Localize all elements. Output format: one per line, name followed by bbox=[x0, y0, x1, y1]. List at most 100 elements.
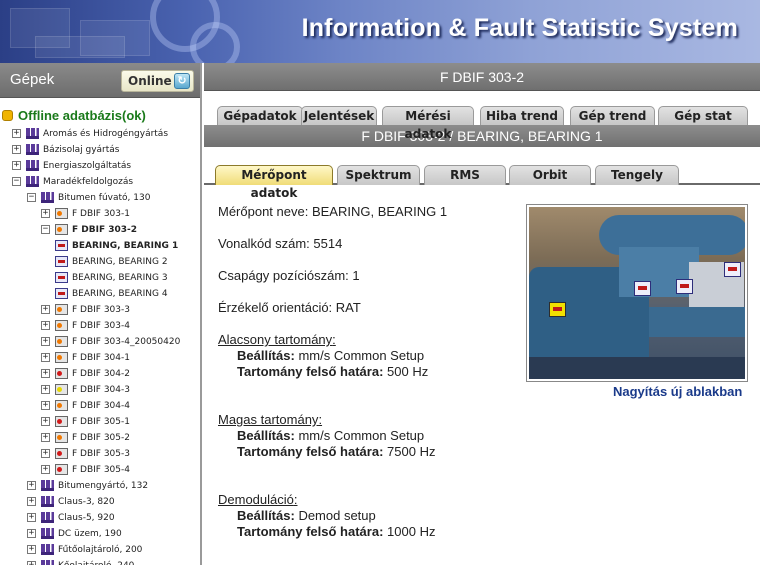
high-range-heading: Magas tartomány: bbox=[218, 412, 323, 427]
subtab-spektrum[interactable]: Spektrum bbox=[337, 165, 420, 185]
subtab-orbit[interactable]: Orbit bbox=[509, 165, 591, 185]
tree-item-label: F DBIF 304-3 bbox=[72, 385, 130, 395]
measurement-point-icon bbox=[55, 272, 68, 283]
subtab-tengely[interactable]: Tengely bbox=[595, 165, 679, 185]
expand-icon[interactable]: + bbox=[41, 321, 50, 330]
expand-icon[interactable]: + bbox=[27, 481, 36, 490]
tree-item[interactable]: + F DBIF 304-4 bbox=[0, 398, 200, 414]
collapse-icon[interactable]: − bbox=[27, 193, 36, 202]
tree-item[interactable]: + Fűtőolajtároló, 200 bbox=[0, 542, 200, 558]
measurement-point-marker-selected[interactable] bbox=[549, 302, 566, 317]
tree-item[interactable]: + F DBIF 305-2 bbox=[0, 430, 200, 446]
online-button[interactable]: Online ↻ bbox=[121, 70, 194, 92]
tree-item[interactable]: + Claus-5, 920 bbox=[0, 510, 200, 526]
refresh-icon: ↻ bbox=[174, 73, 190, 89]
expand-icon[interactable]: + bbox=[41, 465, 50, 474]
tree-item[interactable]: + Energiaszolgáltatás bbox=[0, 158, 200, 174]
tree-item[interactable]: + F DBIF 305-3 bbox=[0, 446, 200, 462]
measurement-point-title: F DBIF 303-2 / BEARING, BEARING 1 bbox=[204, 125, 760, 147]
bearing-position-value: 1 bbox=[352, 268, 360, 283]
tree-item[interactable]: + F DBIF 304-2 bbox=[0, 366, 200, 382]
expand-icon[interactable]: + bbox=[41, 353, 50, 362]
expand-icon[interactable]: + bbox=[41, 385, 50, 394]
tree-item[interactable]: + F DBIF 303-4 bbox=[0, 318, 200, 334]
tree-item-label: Bitumengyártó, 132 bbox=[58, 481, 149, 491]
subtab-rms[interactable]: RMS bbox=[424, 165, 506, 185]
tab-hiba-trend[interactable]: Hiba trend bbox=[480, 106, 564, 125]
machine-icon bbox=[55, 224, 68, 235]
tree-item[interactable]: + Bázisolaj gyártás bbox=[0, 142, 200, 158]
header-banner: Information & Fault Statistic System bbox=[0, 0, 760, 63]
tree-item[interactable]: + F DBIF 304-1 bbox=[0, 350, 200, 366]
tab-g-padatok[interactable]: Gépadatok bbox=[217, 106, 303, 125]
tree-item-label: BEARING, BEARING 2 bbox=[72, 257, 168, 267]
expand-icon[interactable]: + bbox=[41, 433, 50, 442]
expand-icon[interactable]: + bbox=[27, 529, 36, 538]
tree-item[interactable]: + Bitumengyártó, 132 bbox=[0, 478, 200, 494]
expand-icon[interactable]: + bbox=[41, 369, 50, 378]
factory-icon bbox=[26, 128, 39, 139]
tree-item[interactable]: BEARING, BEARING 4 bbox=[0, 286, 200, 302]
expand-icon[interactable]: + bbox=[27, 497, 36, 506]
tree-item[interactable]: + F DBIF 303-1 bbox=[0, 206, 200, 222]
collapse-icon[interactable]: − bbox=[41, 225, 50, 234]
expand-icon[interactable]: + bbox=[12, 129, 21, 138]
expand-icon[interactable]: + bbox=[12, 161, 21, 170]
factory-icon bbox=[26, 176, 39, 187]
database-icon bbox=[2, 110, 13, 121]
expand-icon[interactable]: + bbox=[27, 513, 36, 522]
factory-icon bbox=[26, 160, 39, 171]
machine-photo[interactable] bbox=[526, 204, 748, 382]
barcode-value: 5514 bbox=[313, 236, 343, 251]
expand-icon[interactable]: + bbox=[41, 401, 50, 410]
tree-item-label: Energiaszolgáltatás bbox=[43, 161, 132, 171]
tree-item[interactable]: + DC üzem, 190 bbox=[0, 526, 200, 542]
tree-item[interactable]: BEARING, BEARING 2 bbox=[0, 254, 200, 270]
tree-item[interactable]: − F DBIF 303-2 bbox=[0, 222, 200, 238]
tree-item[interactable]: − Bitumen fúvató, 130 bbox=[0, 190, 200, 206]
main-panel: F DBIF 303-2 Gépadatok Jelentések Mérési a… bbox=[204, 63, 760, 565]
sensor-orientation-value: RAT bbox=[335, 300, 361, 315]
expand-icon[interactable]: + bbox=[41, 209, 50, 218]
bearing-position-field: Csapágy pozíciószám: 1 bbox=[218, 268, 360, 283]
tree-item-label: F DBIF 305-3 bbox=[72, 449, 130, 459]
factory-icon bbox=[41, 560, 54, 565]
tree-item[interactable]: BEARING, BEARING 3 bbox=[0, 270, 200, 286]
tab-g-p-trend[interactable]: Gép trend bbox=[570, 106, 655, 125]
machine-icon bbox=[55, 400, 68, 411]
measurement-point-marker[interactable] bbox=[676, 279, 693, 294]
tab-g-p-stat[interactable]: Gép stat bbox=[658, 106, 748, 125]
tree-item[interactable]: + F DBIF 305-4 bbox=[0, 462, 200, 478]
demod-upper-limit: Tartomány felső határa: 1000 Hz bbox=[237, 524, 436, 539]
tree-item-label: F DBIF 303-4_20050420 bbox=[72, 337, 181, 347]
tree-item[interactable]: + F DBIF 303-3 bbox=[0, 302, 200, 318]
machine-icon bbox=[55, 432, 68, 443]
measurement-point-marker[interactable] bbox=[724, 262, 741, 277]
tab-m-r-si-adatok[interactable]: Mérési adatok bbox=[382, 106, 474, 141]
measurement-point-marker[interactable] bbox=[634, 281, 651, 296]
tab-jelent-sek[interactable]: Jelentések bbox=[301, 106, 377, 125]
tree-item[interactable]: + Claus-3, 820 bbox=[0, 494, 200, 510]
factory-icon bbox=[41, 480, 54, 491]
expand-icon[interactable]: + bbox=[27, 561, 36, 565]
open-zoom-link[interactable]: Nagyítás új ablakban bbox=[613, 384, 742, 399]
tree-item[interactable]: − Maradékfeldolgozás bbox=[0, 174, 200, 190]
expand-icon[interactable]: + bbox=[41, 449, 50, 458]
tree-item[interactable]: + F DBIF 305-1 bbox=[0, 414, 200, 430]
factory-icon bbox=[41, 512, 54, 523]
expand-icon[interactable]: + bbox=[41, 417, 50, 426]
high-range-upper-limit: Tartomány felső határa: 7500 Hz bbox=[237, 444, 436, 459]
subtab-m-r-pont-adatok[interactable]: Mérőpont adatok bbox=[215, 165, 333, 200]
collapse-icon[interactable]: − bbox=[12, 177, 21, 186]
tree-item[interactable]: + Kőolajtároló, 240 bbox=[0, 558, 200, 565]
factory-icon bbox=[41, 544, 54, 555]
expand-icon[interactable]: + bbox=[12, 145, 21, 154]
expand-icon[interactable]: + bbox=[27, 545, 36, 554]
tree-item[interactable]: BEARING, BEARING 1 bbox=[0, 238, 200, 254]
tree-item[interactable]: + F DBIF 304-3 bbox=[0, 382, 200, 398]
tree-item-label: Maradékfeldolgozás bbox=[43, 177, 134, 187]
tree-item[interactable]: + Aromás és Hidrogéngyártás bbox=[0, 126, 200, 142]
expand-icon[interactable]: + bbox=[41, 305, 50, 314]
expand-icon[interactable]: + bbox=[41, 337, 50, 346]
tree-item[interactable]: + F DBIF 303-4_20050420 bbox=[0, 334, 200, 350]
